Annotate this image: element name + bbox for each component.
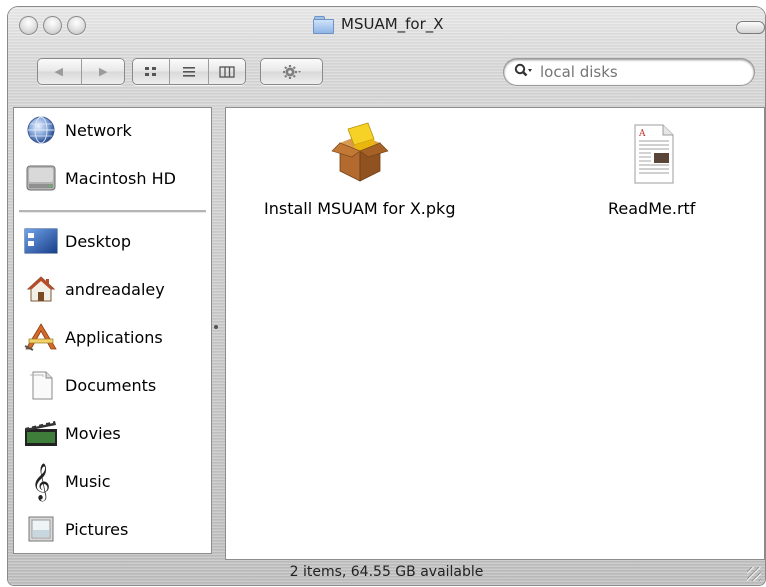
applications-icon xyxy=(23,321,59,353)
sidebar-item-documents[interactable]: Documents xyxy=(13,365,212,405)
list-view-icon xyxy=(182,66,195,77)
movies-clapper-icon xyxy=(23,417,59,449)
svg-text:A: A xyxy=(638,129,646,139)
file-name: ReadMe.rtf xyxy=(608,199,696,218)
sidebar-item-label: Macintosh HD xyxy=(65,168,176,188)
finder-window: MSUAM_for_X ◀ ▶ local disks Network Maci… xyxy=(8,7,765,585)
file-browser-area: Install MSUAM for X.pkg A ReadMe.rtf xyxy=(225,107,765,560)
back-arrow-icon: ◀ xyxy=(54,65,63,78)
folder-icon xyxy=(313,15,334,34)
sidebar-item-label: Network xyxy=(65,120,132,140)
toolbar-toggle-button[interactable] xyxy=(736,21,765,34)
title-bar[interactable]: MSUAM_for_X xyxy=(8,7,765,45)
sidebar-item-label: andreadaley xyxy=(65,279,165,299)
sidebar-item-label: Movies xyxy=(65,423,121,443)
status-bar-text: 2 items, 64.55 GB available xyxy=(289,564,484,580)
sidebar-item-pictures[interactable]: Pictures xyxy=(13,509,212,549)
file-item-install-package[interactable]: Install MSUAM for X.pkg xyxy=(264,121,455,218)
home-icon xyxy=(23,273,59,305)
window-title-group: MSUAM_for_X xyxy=(313,15,444,34)
file-item-readme[interactable]: A ReadMe.rtf xyxy=(608,121,695,218)
sidebar-item-label: Applications xyxy=(65,327,163,347)
sidebar-item-label: Desktop xyxy=(65,231,131,251)
toolbar: ◀ ▶ xyxy=(8,45,765,107)
minimize-button[interactable] xyxy=(43,16,62,35)
search-field[interactable] xyxy=(504,59,754,85)
gear-icon xyxy=(282,64,301,79)
action-button-content xyxy=(260,58,323,85)
search-icon[interactable] xyxy=(514,63,534,81)
sidebar-item-desktop[interactable]: Desktop xyxy=(13,221,212,261)
forward-button[interactable]: ▶ xyxy=(82,58,126,85)
package-box-icon xyxy=(322,121,398,191)
rtf-document-icon: A xyxy=(619,121,685,191)
icon-view-icon xyxy=(144,66,156,76)
network-globe-icon xyxy=(23,114,59,146)
list-view-button[interactable] xyxy=(170,58,207,85)
music-clef-icon: 𝄞 xyxy=(31,462,51,500)
sidebar-item-macintosh-hd[interactable]: Macintosh HD xyxy=(13,158,212,198)
sidebar-item-music[interactable]: 𝄞 Music xyxy=(13,461,212,501)
search-input[interactable] xyxy=(538,62,742,82)
sidebar-item-label: Documents xyxy=(65,375,157,395)
icon-view-button[interactable] xyxy=(132,58,169,85)
column-view-icon xyxy=(219,65,235,78)
hard-drive-icon xyxy=(23,162,59,194)
sidebar-splitter-handle[interactable] xyxy=(214,325,218,329)
sidebar-item-applications[interactable]: Applications xyxy=(13,317,212,357)
desktop-icon xyxy=(23,225,59,257)
sidebar-item-label: Music xyxy=(65,471,111,491)
sidebar-item-network[interactable]: Network xyxy=(13,110,212,150)
sidebar-item-label: Pictures xyxy=(65,519,129,539)
sidebar-item-andreadaley[interactable]: andreadaley xyxy=(13,269,212,309)
sidebar: Network Macintosh HD Desktop andreadaley… xyxy=(13,107,212,554)
close-button[interactable] xyxy=(19,16,38,35)
file-name: Install MSUAM for X.pkg xyxy=(264,199,456,218)
action-menu-button[interactable] xyxy=(260,58,323,85)
back-button[interactable]: ◀ xyxy=(37,58,81,85)
forward-arrow-icon: ▶ xyxy=(99,65,108,78)
resize-grip[interactable] xyxy=(747,567,761,581)
zoom-button[interactable] xyxy=(67,16,86,35)
column-view-button[interactable] xyxy=(209,58,246,85)
sidebar-item-movies[interactable]: Movies xyxy=(13,413,212,453)
documents-icon xyxy=(23,369,59,401)
window-title: MSUAM_for_X xyxy=(341,15,444,33)
pictures-frame-icon xyxy=(23,513,59,545)
back-forward-control: ◀ ▶ xyxy=(37,58,125,85)
view-mode-control xyxy=(132,58,246,85)
sidebar-separator xyxy=(19,210,206,213)
